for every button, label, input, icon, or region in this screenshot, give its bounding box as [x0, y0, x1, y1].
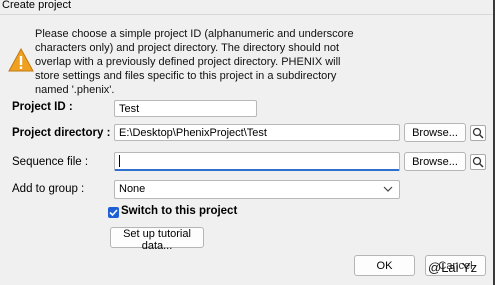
search-directory-button[interactable]: [470, 125, 486, 141]
watermark: @Lai Yz: [428, 260, 478, 275]
title-bar: Create project: [0, 0, 495, 15]
ok-button[interactable]: OK: [354, 255, 415, 276]
tutorial-data-button[interactable]: Set up tutorial data...: [110, 227, 204, 252]
search-sequence-button[interactable]: [470, 154, 486, 170]
window-title: Create project: [2, 0, 72, 11]
magnifier-icon: [472, 156, 484, 168]
group-select-value: None: [119, 183, 146, 195]
switch-project-checkbox[interactable]: [108, 207, 119, 218]
text-caret: [119, 155, 120, 168]
checkmark-icon: [109, 209, 118, 217]
project-id-field[interactable]: Test: [114, 100, 257, 117]
project-id-label: Project ID :: [12, 101, 73, 113]
sequence-file-field[interactable]: [114, 152, 400, 171]
chevron-down-icon: [383, 186, 393, 192]
group-select[interactable]: None: [114, 180, 400, 199]
add-to-group-label: Add to group :: [12, 183, 85, 195]
browse-directory-button[interactable]: Browse...: [404, 123, 466, 142]
warning-icon: [8, 48, 34, 72]
project-directory-field[interactable]: E:\Desktop\PhenixProject\Test: [114, 124, 400, 141]
project-directory-label: Project directory :: [12, 127, 111, 139]
switch-project-label[interactable]: Switch to this project: [121, 205, 237, 217]
instruction-message: Please choose a simple project ID (alpha…: [35, 28, 354, 96]
sequence-file-label: Sequence file :: [12, 156, 89, 168]
magnifier-icon: [472, 127, 484, 139]
browse-sequence-button[interactable]: Browse...: [404, 152, 466, 171]
